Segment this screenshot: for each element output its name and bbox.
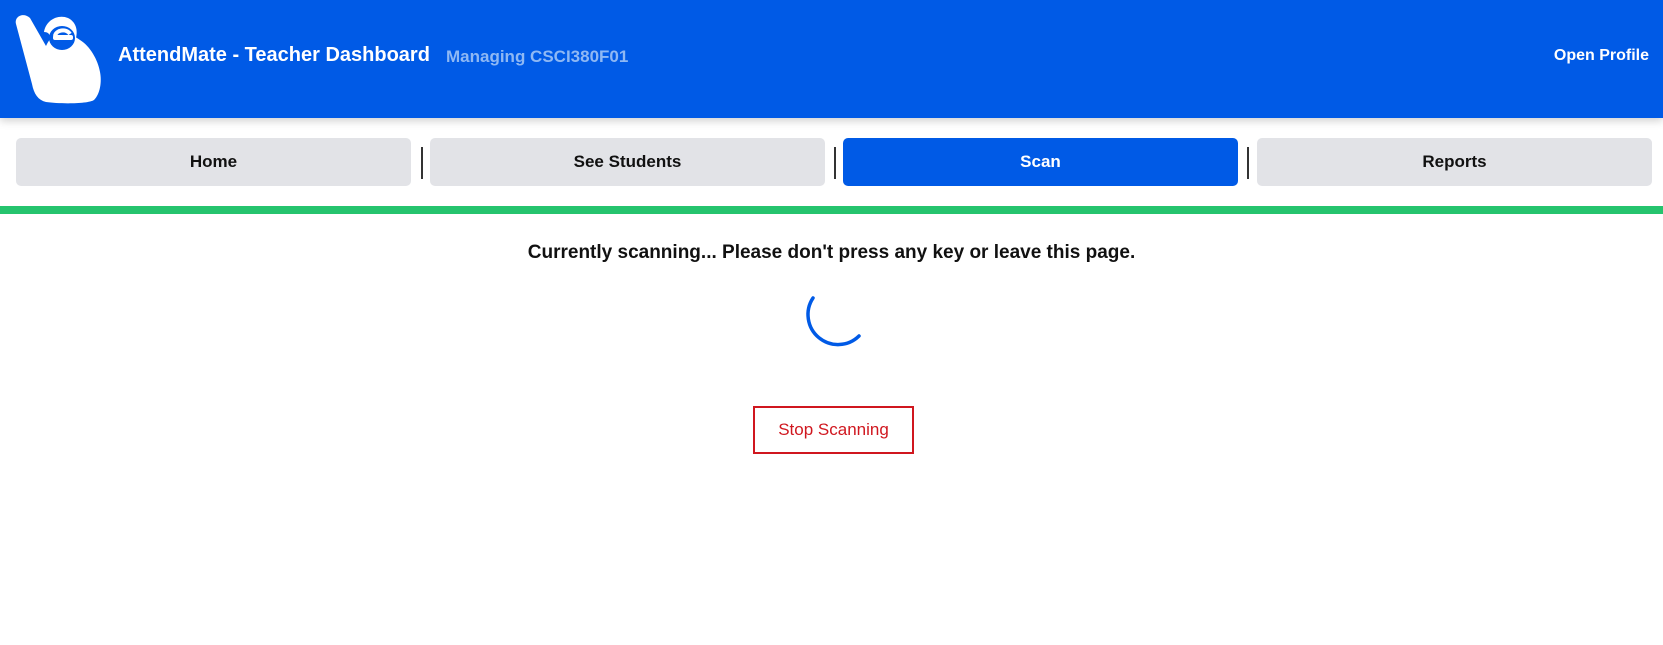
tab-see-students[interactable]: See Students — [430, 138, 825, 186]
course-label: Managing CSCI380F01 — [446, 47, 629, 66]
tab-scan[interactable]: Scan — [843, 138, 1238, 186]
raised-hand-logo-icon — [15, 15, 101, 104]
tab-reports[interactable]: Reports — [1257, 138, 1652, 186]
tab-divider — [421, 147, 423, 179]
stop-scanning-button[interactable]: Stop Scanning — [753, 406, 914, 454]
scan-progress-line — [0, 206, 1663, 214]
open-profile-link[interactable]: Open Profile — [1554, 47, 1649, 65]
top-app-bar: AttendMate - Teacher Dashboard Managing … — [0, 0, 1663, 118]
tab-home[interactable]: Home — [16, 138, 411, 186]
tab-divider — [834, 147, 836, 179]
tab-divider — [1247, 147, 1249, 179]
nav-tabs: Home See Students Scan Reports — [16, 138, 1652, 186]
scan-status-message: Currently scanning... Please don't press… — [527, 242, 1136, 263]
loading-spinner-icon — [806, 296, 861, 347]
app-title: AttendMate - Teacher Dashboard — [118, 44, 430, 66]
